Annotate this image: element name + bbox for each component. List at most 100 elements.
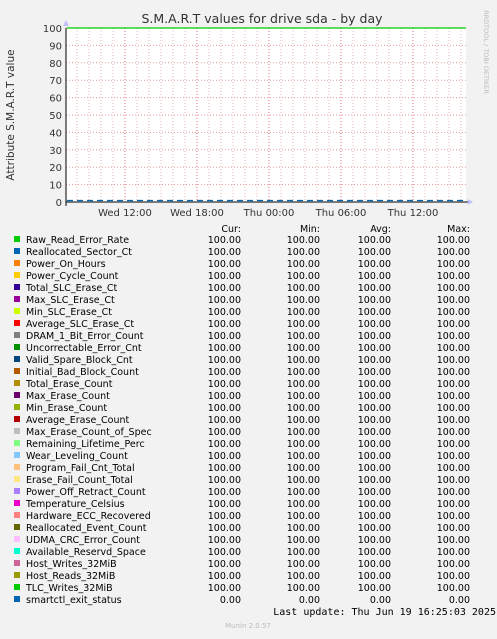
- legend-value-cur: 100.00: [208, 487, 241, 498]
- chart-title: S.M.A.R.T values for drive sda - by day: [141, 11, 383, 26]
- legend-value-min: 100.00: [287, 247, 320, 258]
- legend-value-cur: 100.00: [208, 391, 241, 402]
- legend-value-cur: 100.00: [208, 415, 241, 426]
- legend-value-min: 100.00: [287, 367, 320, 378]
- legend-swatch: [14, 356, 20, 362]
- y-tick-label: 30: [49, 146, 62, 157]
- legend-series-name: Initial_Bad_Block_Count: [26, 367, 139, 378]
- y-tick-label: 10: [49, 181, 62, 192]
- legend-series-name: Total_Erase_Count: [25, 379, 113, 390]
- legend-value-min: 100.00: [287, 439, 320, 450]
- legend-series-name: Reallocated_Event_Count: [26, 523, 147, 534]
- legend-series-name: Total_SLC_Erase_Ct: [25, 283, 118, 294]
- legend-value-max: 100.00: [437, 583, 470, 594]
- legend-value-max: 100.00: [437, 379, 470, 390]
- legend-swatch: [14, 536, 20, 542]
- legend-value-cur: 100.00: [208, 583, 241, 594]
- legend-series-name: Erase_Fail_Count_Total: [26, 475, 133, 486]
- y-tick-label: 60: [49, 94, 62, 105]
- legend-value-min: 100.00: [287, 259, 320, 270]
- legend-value-cur: 100.00: [208, 571, 241, 582]
- legend-series-name: Hardware_ECC_Recovered: [26, 511, 151, 522]
- legend-value-max: 100.00: [437, 235, 470, 246]
- legend-value-max: 100.00: [437, 391, 470, 402]
- legend-value-avg: 100.00: [358, 403, 391, 414]
- legend-value-avg: 100.00: [358, 391, 391, 402]
- legend-series-name: Average_SLC_Erase_Ct: [26, 319, 134, 330]
- legend-series-name: Program_Fail_Cnt_Total: [26, 463, 135, 474]
- legend-value-max: 100.00: [437, 475, 470, 486]
- legend-value-avg: 100.00: [358, 331, 391, 342]
- legend-value-min: 100.00: [287, 295, 320, 306]
- legend-swatch: [14, 572, 20, 578]
- legend-value-avg: 100.00: [358, 367, 391, 378]
- legend-value-avg: 0.00: [370, 595, 391, 606]
- y-tick-label: 70: [49, 76, 62, 87]
- legend-swatch: [14, 440, 20, 446]
- legend-swatch: [14, 404, 20, 410]
- legend-value-avg: 100.00: [358, 583, 391, 594]
- legend-value-avg: 100.00: [358, 307, 391, 318]
- legend-value-min: 100.00: [287, 487, 320, 498]
- legend-series-name: Raw_Read_Error_Rate: [26, 235, 129, 246]
- legend-swatch: [14, 308, 20, 314]
- legend-value-cur: 100.00: [208, 559, 241, 570]
- legend-swatch: [14, 344, 20, 350]
- legend-header: Avg:: [370, 224, 391, 235]
- legend-swatch: [14, 512, 20, 518]
- legend-value-avg: 100.00: [358, 415, 391, 426]
- legend-value-avg: 100.00: [358, 283, 391, 294]
- legend-value-cur: 100.00: [208, 307, 241, 318]
- legend-value-avg: 100.00: [358, 319, 391, 330]
- munin-version: Munin 2.0.57: [225, 622, 271, 630]
- legend-value-min: 100.00: [287, 547, 320, 558]
- legend-value-cur: 100.00: [208, 295, 241, 306]
- legend-value-max: 100.00: [437, 259, 470, 270]
- legend-value-max: 100.00: [437, 355, 470, 366]
- legend-value-min: 100.00: [287, 535, 320, 546]
- legend-value-max: 100.00: [437, 523, 470, 534]
- legend-series-name: Host_Reads_32MiB: [26, 571, 115, 582]
- legend-header: Cur:: [221, 224, 241, 235]
- legend-value-avg: 100.00: [358, 247, 391, 258]
- legend-value-cur: 100.00: [208, 427, 241, 438]
- legend-swatch: [14, 320, 20, 326]
- y-tick-label: 100: [43, 24, 62, 35]
- legend-swatch: [14, 452, 20, 458]
- legend-swatch: [14, 560, 20, 566]
- smart-chart: 0 10 20 30 40 50 60 70 80 90 100 Wed 12:00 Wed 18:0…: [5, 10, 496, 630]
- last-update: Last update: Thu Jun 19 16:25:03 2025: [273, 607, 496, 618]
- legend-swatch: [14, 524, 20, 530]
- legend-value-max: 100.00: [437, 415, 470, 426]
- legend-value-cur: 100.00: [208, 367, 241, 378]
- legend-series-name: Wear_Leveling_Count: [26, 451, 128, 462]
- legend-value-avg: 100.00: [358, 271, 391, 282]
- legend-value-max: 100.00: [437, 511, 470, 522]
- x-tick-label: Wed 18:00: [170, 208, 224, 219]
- legend-swatch: [14, 248, 20, 254]
- legend-value-max: 100.00: [437, 439, 470, 450]
- legend-swatch: [14, 296, 20, 302]
- legend-swatch: [14, 500, 20, 506]
- legend-series-name: UDMA_CRC_Error_Count: [26, 535, 140, 546]
- legend-value-min: 100.00: [287, 571, 320, 582]
- legend-series-name: Average_Erase_Count: [26, 415, 130, 426]
- legend-value-avg: 100.00: [358, 571, 391, 582]
- y-tick-label: 40: [49, 128, 62, 139]
- x-axis-arrow: [468, 199, 473, 205]
- legend-value-cur: 100.00: [208, 331, 241, 342]
- legend-value-min: 100.00: [287, 511, 320, 522]
- legend-value-avg: 100.00: [358, 451, 391, 462]
- legend-value-cur: 100.00: [208, 235, 241, 246]
- legend-series-name: Power_Cycle_Count: [26, 271, 119, 282]
- legend-swatch: [14, 548, 20, 554]
- legend-value-min: 100.00: [287, 379, 320, 390]
- y-tick-label: 90: [49, 41, 62, 52]
- legend-swatch: [14, 584, 20, 590]
- legend-series-name: DRAM_1_Bit_Error_Count: [26, 331, 144, 342]
- legend-swatch: [14, 392, 20, 398]
- legend-value-avg: 100.00: [358, 343, 391, 354]
- legend-value-max: 100.00: [437, 295, 470, 306]
- legend-swatch: [14, 380, 20, 386]
- legend-series-name: Remaining_Lifetime_Perc: [26, 439, 145, 450]
